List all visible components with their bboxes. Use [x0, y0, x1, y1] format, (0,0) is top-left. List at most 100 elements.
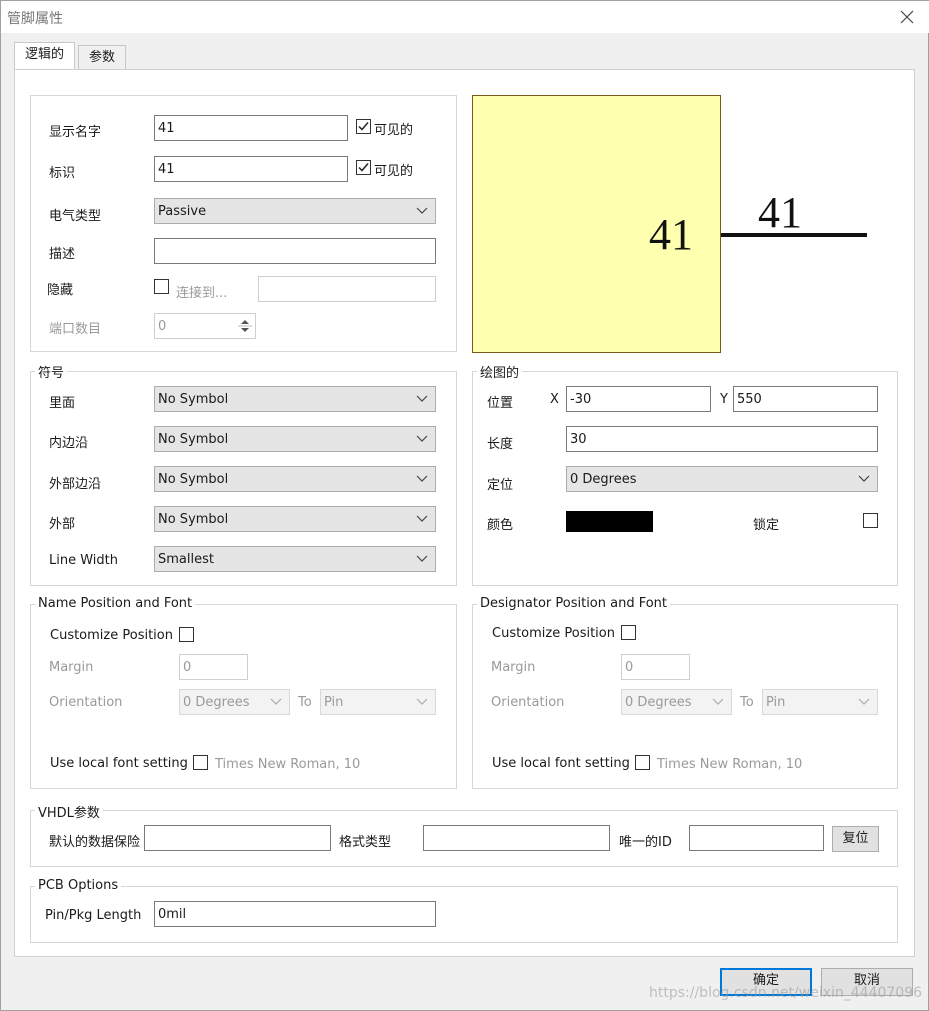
name-to-label: To: [298, 695, 312, 710]
name-customize-label: Customize Position: [50, 628, 173, 643]
electrical-type-value: Passive: [158, 204, 207, 219]
location-label: 位置: [487, 396, 514, 411]
pin-pkg-length-input[interactable]: 0mil: [154, 901, 436, 927]
chevron-down-icon: [416, 698, 428, 705]
chevron-down-icon: [858, 698, 870, 705]
orientation-select[interactable]: 0 Degrees: [566, 466, 878, 492]
spin-arrows-icon[interactable]: [238, 316, 252, 336]
designator-font-label: Use local font setting: [492, 756, 630, 771]
symbol-inside-edge-value: No Symbol: [158, 432, 229, 447]
length-input[interactable]: 30: [566, 426, 878, 452]
name-to-value: Pin: [324, 695, 344, 710]
location-y-label: Y: [720, 392, 728, 407]
port-count-label: 端口数目: [49, 322, 102, 337]
pcb-options-group-title: PCB Options: [35, 878, 122, 893]
symbols-group-title: 符号: [35, 362, 68, 381]
location-x-label: X: [550, 392, 559, 407]
locked-checkbox[interactable]: [863, 513, 878, 528]
designator-customize-label: Customize Position: [492, 626, 615, 641]
vhdl-reset-button[interactable]: 复位: [832, 826, 879, 852]
symbol-outside-label: 外部: [49, 517, 76, 532]
designator-label: 标识: [49, 166, 76, 181]
connect-to-input[interactable]: [258, 276, 436, 302]
vhdl-default-label: 默认的数据保险: [49, 835, 141, 850]
pin-preview-box: 41: [472, 95, 721, 353]
symbol-inside-value: No Symbol: [158, 392, 229, 407]
line-width-select[interactable]: Smallest: [154, 546, 436, 572]
name-orientation-value: 0 Degrees: [183, 695, 250, 710]
length-label: 长度: [487, 437, 514, 452]
close-button[interactable]: [887, 1, 927, 33]
chevron-down-icon: [712, 698, 724, 705]
display-name-input[interactable]: 41: [154, 115, 348, 141]
name-font-label: Use local font setting: [50, 756, 188, 771]
preview-name-text: 41: [649, 210, 693, 259]
designator-customize-checkbox[interactable]: [621, 625, 636, 640]
vhdl-group-title: VHDL参数: [35, 802, 103, 821]
checkmark-icon: [358, 122, 369, 131]
chevron-down-icon: [858, 475, 870, 482]
location-y-input[interactable]: 550: [733, 386, 878, 412]
designator-input[interactable]: 41: [154, 156, 348, 182]
chevron-down-icon: [416, 475, 428, 482]
name-font-value: Times New Roman, 10: [215, 757, 361, 772]
designator-visible-checkbox[interactable]: [356, 160, 371, 175]
hidden-label: 隐藏: [47, 283, 74, 298]
port-count-value: 0: [158, 319, 167, 334]
designator-orientation-value: 0 Degrees: [625, 695, 692, 710]
port-count-stepper[interactable]: 0: [154, 313, 256, 339]
symbol-outside-edge-label: 外部边沿: [49, 477, 102, 492]
orientation-value: 0 Degrees: [570, 472, 637, 487]
designator-to-select[interactable]: Pin: [762, 689, 878, 715]
symbol-outside-edge-select[interactable]: No Symbol: [154, 466, 436, 492]
electrical-type-select[interactable]: Passive: [154, 198, 436, 224]
orientation-label: 定位: [487, 478, 514, 493]
symbol-inside-edge-select[interactable]: No Symbol: [154, 426, 436, 452]
chevron-down-icon: [416, 435, 428, 442]
locked-label: 锁定: [753, 518, 780, 533]
pin-properties-dialog: 管脚属性 逻辑的 参数 显示名字 41 可见的 标识 41 可见的 电气类型 P…: [0, 0, 929, 1011]
close-icon: [900, 10, 914, 24]
chevron-down-icon: [416, 555, 428, 562]
name-to-select[interactable]: Pin: [320, 689, 436, 715]
name-font-checkbox[interactable]: [193, 755, 208, 770]
designator-orientation-select[interactable]: 0 Degrees: [621, 689, 732, 715]
vhdl-format-input[interactable]: [423, 825, 610, 851]
designator-position-group-title: Designator Position and Font: [477, 596, 671, 611]
designator-to-label: To: [740, 695, 754, 710]
designator-margin-input[interactable]: 0: [621, 654, 690, 680]
vhdl-format-label: 格式类型: [339, 835, 392, 850]
designator-font-checkbox[interactable]: [635, 755, 650, 770]
tab-logical[interactable]: 逻辑的: [14, 42, 76, 69]
name-margin-label: Margin: [49, 660, 94, 675]
name-orientation-select[interactable]: 0 Degrees: [179, 689, 290, 715]
vhdl-default-input[interactable]: [144, 825, 331, 851]
tab-parameters[interactable]: 参数: [78, 45, 127, 70]
line-width-value: Smallest: [158, 552, 214, 567]
name-margin-input[interactable]: 0: [179, 654, 248, 680]
color-label: 颜色: [487, 518, 514, 533]
connect-to-label: 连接到...: [176, 286, 228, 301]
pin-pkg-length-label: Pin/Pkg Length: [45, 908, 142, 923]
designator-font-value: Times New Roman, 10: [657, 757, 803, 772]
location-x-input[interactable]: -30: [566, 386, 711, 412]
chevron-down-icon: [416, 395, 428, 402]
chevron-down-icon: [416, 207, 428, 214]
display-name-visible-checkbox[interactable]: [356, 119, 371, 134]
vhdl-uid-input[interactable]: [689, 825, 824, 851]
symbol-outside-select[interactable]: No Symbol: [154, 506, 436, 532]
color-swatch[interactable]: [566, 511, 653, 532]
vhdl-uid-label: 唯一的ID: [619, 835, 672, 850]
graphical-group-title: 绘图的: [477, 362, 523, 381]
symbol-inside-label: 里面: [49, 396, 76, 411]
hidden-checkbox[interactable]: [154, 279, 169, 294]
description-input[interactable]: [154, 238, 436, 264]
chevron-down-icon: [416, 515, 428, 522]
name-customize-checkbox[interactable]: [179, 627, 194, 642]
preview-designator-text: 41: [758, 188, 802, 237]
checkmark-icon: [358, 163, 369, 172]
line-width-label: Line Width: [49, 553, 118, 568]
symbol-inside-select[interactable]: No Symbol: [154, 386, 436, 412]
description-label: 描述: [49, 247, 76, 262]
symbol-outside-edge-value: No Symbol: [158, 472, 229, 487]
